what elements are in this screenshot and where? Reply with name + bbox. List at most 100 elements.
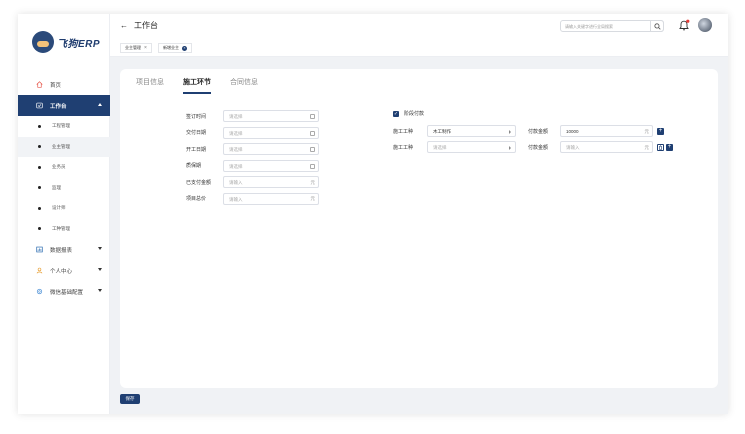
currency-suffix: 元 bbox=[644, 128, 650, 134]
search-icon bbox=[653, 22, 661, 30]
field-placeholder: 请选择 bbox=[229, 163, 243, 169]
search-placeholder: 请输入关键字进行全局搜索 bbox=[565, 24, 613, 29]
warranty-row: 质保期 请选择 bbox=[186, 159, 322, 172]
calendar-icon bbox=[310, 130, 315, 136]
sidebar-subitem-projects[interactable]: 工程管理 bbox=[18, 116, 110, 137]
stage-payment-checkbox[interactable]: ✓ 阶段付款 bbox=[393, 110, 424, 117]
sidebar-nav: 首页 工作台 工程管理 业主管理 业务员 监理 设计师 工种管理 数据报表 个人… bbox=[18, 74, 110, 302]
amount-label: 付款金额 bbox=[528, 128, 549, 135]
field-label: 签订时间 bbox=[186, 113, 207, 120]
trade-value: 木工制作 bbox=[433, 129, 451, 134]
close-icon[interactable]: × bbox=[182, 45, 187, 51]
trade-select[interactable]: 木工制作 bbox=[427, 125, 516, 137]
sidebar-subitem-salesman[interactable]: 业务员 bbox=[18, 157, 110, 178]
field-label: 项目总价 bbox=[186, 196, 207, 202]
back-arrow-icon[interactable]: ← bbox=[120, 21, 128, 30]
form-card: 项目信息 施工环节 合同信息 签订时间 请选择 交付日期 请选择 开工日期 请选… bbox=[120, 69, 718, 388]
add-row-button[interactable]: + bbox=[666, 143, 673, 151]
delivery-date-picker[interactable]: 请选择 bbox=[223, 126, 319, 139]
add-row-button[interactable]: + bbox=[657, 127, 664, 135]
brand-name: 飞狗ERP bbox=[57, 38, 101, 50]
avatar[interactable] bbox=[698, 18, 712, 32]
trash-icon bbox=[659, 144, 662, 150]
sidebar-item-home[interactable]: 首页 bbox=[18, 74, 110, 95]
sidebar-subitem-owners[interactable]: 业主管理 bbox=[18, 136, 110, 157]
sidebar-subitem-label: 工种管理 bbox=[52, 225, 70, 231]
breadcrumb: ← 工作台 bbox=[120, 20, 158, 31]
bullet-icon bbox=[38, 124, 41, 128]
tab-contract-info[interactable]: 合同信息 bbox=[230, 77, 258, 94]
sidebar-subitem-designer[interactable]: 设计师 bbox=[18, 198, 110, 219]
amount-label: 付款金额 bbox=[528, 144, 549, 151]
currency-suffix: 元 bbox=[644, 144, 650, 150]
search-button[interactable] bbox=[650, 20, 664, 32]
calendar-icon bbox=[310, 163, 315, 169]
tab-construction-stage[interactable]: 施工环节 bbox=[183, 77, 211, 94]
sidebar-subitem-label: 设计师 bbox=[52, 205, 66, 211]
field-placeholder: 请选择 bbox=[229, 114, 243, 119]
delivery-date-row: 交付日期 请选择 bbox=[186, 126, 322, 139]
chevron-right-icon bbox=[509, 129, 511, 134]
tab-project-info[interactable]: 项目信息 bbox=[136, 77, 164, 94]
payment-row: 施工工种 木工制作 付款金额 10000 元 + bbox=[393, 125, 664, 137]
bullet-icon bbox=[38, 206, 41, 210]
sidebar-item-label: 个人中心 bbox=[50, 268, 73, 275]
close-icon[interactable]: × bbox=[144, 45, 147, 51]
tag-label: 新增业主 bbox=[163, 45, 179, 50]
sidebar-item-workbench[interactable]: 工作台 bbox=[18, 95, 110, 116]
field-label: 质保期 bbox=[186, 163, 202, 169]
chevron-down-icon bbox=[98, 247, 102, 250]
field-placeholder: 请选择 bbox=[229, 147, 243, 152]
chevron-right-icon bbox=[509, 145, 511, 150]
sidebar-item-wechat-config[interactable]: 微信基础配置 bbox=[18, 281, 110, 302]
workbench-icon bbox=[36, 102, 43, 109]
delete-row-button[interactable] bbox=[657, 143, 664, 151]
paid-amount-row: 已支付金额 请输入 元 bbox=[186, 176, 322, 188]
save-button[interactable]: 保存 bbox=[120, 394, 140, 404]
sidebar-subitem-label: 工程管理 bbox=[52, 123, 70, 129]
payment-amount-input[interactable]: 请输入 元 bbox=[560, 141, 653, 153]
sign-date-row: 签订时间 请选择 bbox=[186, 110, 322, 122]
sign-date-picker[interactable]: 请选择 bbox=[223, 110, 319, 122]
field-label: 交付日期 bbox=[186, 130, 207, 136]
chevron-down-icon bbox=[98, 268, 102, 271]
tab-list: 项目信息 施工环节 合同信息 bbox=[136, 77, 258, 94]
sidebar-subitem-supervisor[interactable]: 监理 bbox=[18, 178, 110, 199]
checkbox-checked-icon[interactable]: ✓ bbox=[393, 110, 399, 117]
sidebar-item-label: 工作台 bbox=[50, 103, 67, 110]
payment-amount-input[interactable]: 10000 元 bbox=[560, 125, 653, 137]
sidebar-subitem-label: 业主管理 bbox=[52, 143, 70, 149]
total-price-input[interactable]: 请输入 元 bbox=[223, 192, 319, 205]
chevron-down-icon bbox=[98, 289, 102, 292]
field-placeholder: 请输入 bbox=[229, 196, 243, 202]
bullet-icon bbox=[38, 145, 41, 149]
checkbox-label: 阶段付款 bbox=[404, 111, 425, 117]
calendar-icon bbox=[310, 147, 315, 152]
bullet-icon bbox=[38, 165, 41, 169]
currency-suffix: 元 bbox=[310, 196, 316, 201]
sidebar-item-profile[interactable]: 个人中心 bbox=[18, 260, 110, 281]
field-label: 已支付金额 bbox=[186, 179, 212, 186]
warranty-date-picker[interactable]: 请选择 bbox=[223, 159, 319, 172]
start-date-picker[interactable]: 请选择 bbox=[223, 143, 319, 155]
sidebar-subitem-trades[interactable]: 工种管理 bbox=[18, 219, 110, 240]
paid-amount-input[interactable]: 请输入 元 bbox=[223, 176, 319, 188]
calendar-icon bbox=[310, 114, 315, 119]
currency-suffix: 元 bbox=[310, 179, 316, 185]
amount-value: 10000 bbox=[566, 129, 579, 134]
gear-icon bbox=[36, 288, 43, 295]
home-icon bbox=[36, 81, 43, 88]
field-placeholder: 请选择 bbox=[229, 130, 243, 136]
amount-placeholder: 请输入 bbox=[566, 145, 580, 150]
sidebar-item-reports[interactable]: 数据报表 bbox=[18, 239, 110, 260]
search-input[interactable]: 请输入关键字进行全局搜索 bbox=[560, 20, 664, 32]
trade-label: 施工工种 bbox=[393, 144, 414, 151]
trade-placeholder: 请选择 bbox=[433, 145, 447, 150]
tag-new-owner[interactable]: 新增业主 × bbox=[158, 43, 192, 53]
tag-owner-management[interactable]: 业主管理 × bbox=[120, 43, 152, 53]
tag-bar: 业主管理 × 新增业主 × bbox=[110, 38, 728, 57]
sidebar-item-label: 首页 bbox=[50, 82, 62, 89]
trade-select[interactable]: 请选择 bbox=[427, 141, 516, 153]
bell-icon[interactable] bbox=[678, 19, 690, 32]
main-content: 项目信息 施工环节 合同信息 签订时间 请选择 交付日期 请选择 开工日期 请选… bbox=[110, 57, 728, 414]
